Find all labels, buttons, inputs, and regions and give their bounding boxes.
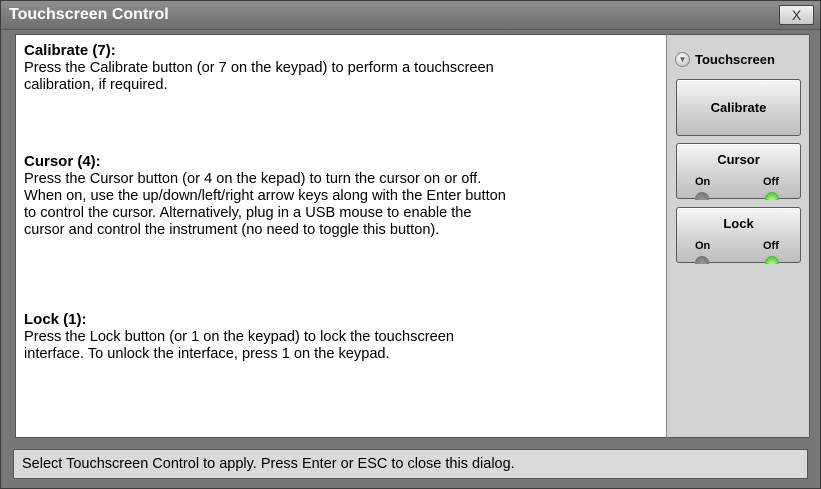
status-bar: Select Touchscreen Control to apply. Pre… — [13, 449, 808, 479]
lock-on-label: On — [695, 240, 711, 252]
cursor-help-body: Press the Cursor button (or 4 on the kep… — [24, 171, 506, 238]
help-text-panel: Calibrate (7): Press the Calibrate butto… — [15, 34, 667, 438]
cursor-help-heading: Cursor (4): — [24, 153, 101, 170]
touchscreen-control-dialog: Touchscreen Control X Calibrate (7): Pre… — [0, 0, 821, 489]
title-bar: Touchscreen Control X — [1, 1, 820, 30]
window-title: Touchscreen Control — [9, 6, 169, 23]
cursor-toggle-button[interactable]: Cursor On Off — [676, 143, 801, 200]
touchscreen-controls-panel: ▼ Touchscreen Calibrate Cursor On Off Lo… — [666, 34, 810, 438]
touchscreen-radio-icon[interactable]: ▼ — [675, 52, 690, 67]
touchscreen-label[interactable]: Touchscreen — [695, 52, 775, 67]
calibrate-button-label: Calibrate — [710, 100, 767, 115]
lock-help-body: Press the Lock button (or 1 on the keypa… — [24, 329, 454, 362]
close-button[interactable]: X — [779, 5, 814, 25]
calibrate-help-section: Calibrate (7): Press the Calibrate butto… — [24, 42, 644, 94]
lock-on-indicator-icon — [695, 256, 709, 264]
close-icon: X — [791, 7, 802, 23]
status-message: Select Touchscreen Control to apply. Pre… — [22, 456, 515, 472]
cursor-on-label: On — [695, 176, 711, 188]
lock-button-label: Lock — [723, 216, 754, 231]
cursor-off-indicator-icon — [765, 192, 779, 200]
lock-toggle-button[interactable]: Lock On Off — [676, 207, 801, 264]
cursor-button-label: Cursor — [717, 152, 760, 167]
cursor-on-indicator-icon — [695, 192, 709, 200]
calibrate-help-body: Press the Calibrate button (or 7 on the … — [24, 60, 494, 93]
lock-help-heading: Lock (1): — [24, 311, 87, 328]
lock-help-section: Lock (1): Press the Lock button (or 1 on… — [24, 311, 644, 363]
lock-off-indicator-icon — [765, 256, 779, 264]
calibrate-button[interactable]: Calibrate — [676, 79, 801, 136]
lock-off-label: Off — [763, 240, 779, 252]
calibrate-help-heading: Calibrate (7): — [24, 42, 116, 59]
cursor-off-label: Off — [763, 176, 779, 188]
cursor-help-section: Cursor (4): Press the Cursor button (or … — [24, 153, 644, 239]
